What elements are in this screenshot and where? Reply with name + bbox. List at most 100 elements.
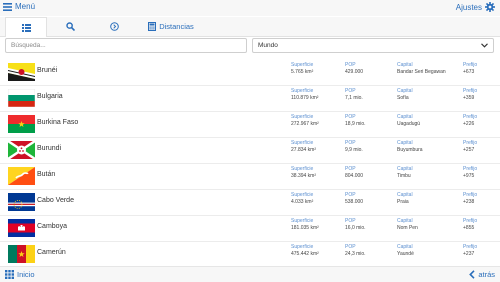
population-label: POP: [345, 62, 356, 68]
prefix-label: Prefijo: [463, 192, 478, 198]
capital-cell: Capital Sofía: [397, 88, 413, 102]
area-cell: Superficie 475.442 km²: [291, 244, 319, 258]
list-item[interactable]: Camerún Superficie 475.442 km² POP 24,3 …: [0, 241, 500, 266]
area-cell: Superficie 38.394 km²: [291, 166, 316, 180]
capital-label: Capital: [397, 88, 413, 94]
back-button[interactable]: atrás: [469, 270, 495, 279]
population-value: 804.000: [345, 173, 364, 179]
menu-label: Menú: [15, 2, 36, 11]
list-item[interactable]: Bután Superficie 38.394 km² POP 804.000 …: [0, 163, 500, 190]
grid-icon: [5, 270, 14, 279]
arrow-circle-right-icon: [109, 22, 119, 31]
prefix-label: Prefijo: [463, 218, 478, 224]
capital-value: Uagadugú: [397, 121, 421, 127]
gear-icon: [485, 2, 495, 12]
list-item[interactable]: Brunéi Superficie 5.765 km² POP 429.000 …: [0, 59, 500, 86]
population-value: 24,3 mio.: [345, 251, 366, 257]
flag-burkina-faso-icon: [8, 115, 35, 133]
area-cell: Superficie 4.033 km²: [291, 192, 313, 206]
menu-button[interactable]: Menú: [3, 2, 35, 11]
flag-bulgaria-icon: [8, 89, 35, 107]
prefix-label: Prefijo: [463, 88, 478, 94]
search-icon: [65, 22, 75, 31]
population-label: POP: [345, 218, 356, 224]
list-icon: [21, 23, 31, 32]
area-label: Superficie: [291, 88, 314, 94]
tab-bar: Distancias: [0, 17, 500, 37]
tab-search[interactable]: [56, 17, 84, 36]
prefix-value: +975: [463, 173, 475, 179]
population-label: POP: [345, 114, 356, 120]
area-value: 27.834 km²: [291, 147, 317, 153]
prefix-label: Prefijo: [463, 62, 478, 68]
list-item[interactable]: Burundi Superficie 27.834 km² POP 9,9 mi…: [0, 137, 500, 164]
prefix-cell: Prefijo +226: [463, 114, 477, 128]
calculator-icon: [148, 22, 157, 31]
capital-cell: Capital Bandar Seri Begawan: [397, 62, 446, 76]
area-value: 38.394 km²: [291, 173, 317, 179]
capital-label: Capital: [397, 218, 413, 224]
area-value: 475.442 km²: [291, 251, 319, 257]
capital-value: Buyumbura: [397, 147, 423, 153]
back-label: atrás: [478, 270, 495, 279]
area-cell: Superficie 272.967 km²: [291, 114, 319, 128]
capital-value: Timbu: [397, 173, 411, 179]
filter-bar: Mundo: [0, 37, 500, 56]
population-label: POP: [345, 244, 356, 250]
prefix-cell: Prefijo +237: [463, 244, 477, 258]
area-value: 272.967 km²: [291, 121, 319, 127]
area-value: 5.765 km²: [291, 69, 314, 75]
area-cell: Superficie 181.035 km²: [291, 218, 319, 232]
population-cell: POP 18,9 mio.: [345, 114, 366, 128]
capital-cell: Capital Praia: [397, 192, 413, 206]
capital-value: Sofía: [397, 95, 409, 101]
prefix-value: +257: [463, 147, 475, 153]
list-item[interactable]: Cabo Verde Superficie 4.033 km² POP 538.…: [0, 189, 500, 216]
flag-cambodia-icon: [8, 219, 35, 237]
tab-list[interactable]: [5, 17, 47, 37]
capital-label: Capital: [397, 140, 413, 146]
region-select[interactable]: Mundo: [252, 38, 494, 53]
area-cell: Superficie 5.765 km²: [291, 62, 313, 76]
population-value: 538.000: [345, 199, 364, 205]
area-cell: Superficie 27.834 km²: [291, 140, 316, 154]
area-value: 181.035 km²: [291, 225, 319, 231]
flag-cameroon-icon: [8, 245, 35, 263]
prefix-cell: Prefijo +855: [463, 218, 477, 232]
flag-bhutan-icon: [8, 167, 35, 185]
country-name: Brunéi: [37, 67, 58, 74]
home-button[interactable]: Inicio: [5, 270, 35, 279]
population-label: POP: [345, 88, 356, 94]
population-value: 18,9 mio.: [345, 121, 366, 127]
prefix-label: Prefijo: [463, 244, 478, 250]
list-item[interactable]: Burkina Faso Superficie 272.967 km² POP …: [0, 111, 500, 138]
area-label: Superficie: [291, 218, 314, 224]
capital-cell: Capital Uagadugú: [397, 114, 420, 128]
capital-value: Bandar Seri Begawan: [397, 69, 446, 75]
list-item[interactable]: Bulgaria Superficie 110.879 km² POP 7,1 …: [0, 85, 500, 112]
population-value: 16,0 mio.: [345, 225, 366, 231]
population-value: 7,1 mio.: [345, 95, 363, 101]
settings-button[interactable]: Ajustes: [456, 2, 495, 12]
area-value: 110.879 km²: [291, 95, 319, 101]
area-label: Superficie: [291, 192, 314, 198]
tab-distances-label: Distancias: [159, 22, 194, 31]
country-name: Burkina Faso: [37, 119, 79, 126]
prefix-cell: Prefijo +257: [463, 140, 477, 154]
country-name: Camboya: [37, 223, 67, 230]
home-label: Inicio: [17, 270, 35, 279]
prefix-cell: Prefijo +359: [463, 88, 477, 102]
population-cell: POP 16,0 mio.: [345, 218, 366, 232]
search-input[interactable]: [5, 38, 247, 53]
capital-cell: Capital Yaundé: [397, 244, 414, 258]
prefix-value: +855: [463, 225, 475, 231]
tab-distances[interactable]: Distancias: [146, 17, 196, 36]
list-item[interactable]: Camboya Superficie 181.035 km² POP 16,0 …: [0, 215, 500, 242]
prefix-cell: Prefijo +673: [463, 62, 477, 76]
prefix-label: Prefijo: [463, 140, 478, 146]
population-cell: POP 429.000: [345, 62, 363, 76]
tab-navigate[interactable]: [100, 17, 128, 36]
prefix-cell: Prefijo +238: [463, 192, 477, 206]
area-label: Superficie: [291, 166, 314, 172]
population-label: POP: [345, 140, 356, 146]
